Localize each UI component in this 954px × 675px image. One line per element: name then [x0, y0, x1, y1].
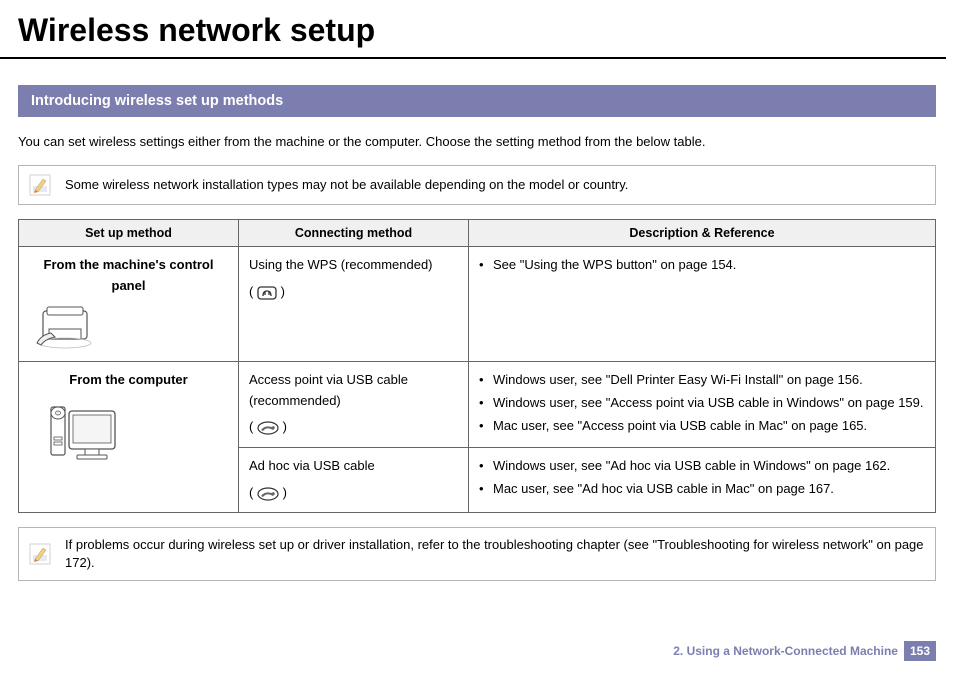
page-content: Introducing wireless set up methods You … [0, 85, 954, 581]
pencil-note-icon [29, 543, 51, 565]
page-title: Wireless network setup [0, 0, 946, 59]
setup-methods-table: Set up method Connecting method Descript… [18, 219, 936, 513]
connecting-label: Using the WPS (recommended) [249, 257, 433, 272]
table-row: From the machine's control panel Using t… [19, 247, 936, 362]
usb-cable-icon [257, 485, 283, 500]
note-box-troubleshooting: If problems occur during wireless set up… [18, 527, 936, 581]
paren-open: ( [249, 485, 253, 500]
footer-chapter: 2. Using a Network-Connected Machine [673, 644, 898, 658]
paren-close: ) [281, 284, 285, 299]
note-text: Some wireless network installation types… [65, 176, 628, 194]
connecting-label: Ad hoc via USB cable [249, 458, 375, 473]
list-item: Mac user, see "Access point via USB cabl… [479, 416, 925, 436]
cell-desc-wps: See "Using the WPS button" on page 154. [469, 247, 936, 362]
cell-connecting-wps: Using the WPS (recommended) ( ) [239, 247, 469, 362]
cell-connecting-ap-usb: Access point via USB cable (recommended)… [239, 361, 469, 447]
list-item: Windows user, see "Dell Printer Easy Wi-… [479, 370, 925, 390]
list-item: Mac user, see "Ad hoc via USB cable in M… [479, 479, 925, 499]
cell-desc-ap-usb: Windows user, see "Dell Printer Easy Wi-… [469, 361, 936, 447]
page-footer: 2. Using a Network-Connected Machine 153 [673, 641, 936, 661]
section-heading: Introducing wireless set up methods [18, 85, 936, 117]
cell-desc-adhoc: Windows user, see "Ad hoc via USB cable … [469, 448, 936, 513]
paren-open: ( [249, 284, 253, 299]
printer-illustration [29, 303, 228, 353]
list-item: Windows user, see "Ad hoc via USB cable … [479, 456, 925, 476]
list-item: Windows user, see "Access point via USB … [479, 393, 925, 413]
computer-illustration [29, 397, 228, 467]
cell-method-machine: From the machine's control panel [19, 247, 239, 362]
table-row: From the computer [19, 361, 936, 447]
paren-close: ) [283, 419, 287, 434]
method-label: From the computer [69, 372, 187, 387]
wps-button-icon [257, 284, 281, 299]
pencil-note-icon [29, 174, 51, 196]
cell-connecting-adhoc: Ad hoc via USB cable ( ) [239, 448, 469, 513]
table-header-description: Description & Reference [469, 220, 936, 247]
intro-text: You can set wireless settings either fro… [18, 133, 936, 151]
paren-close: ) [283, 485, 287, 500]
footer-page-number: 153 [904, 641, 936, 661]
cell-method-computer: From the computer [19, 361, 239, 512]
table-header-connecting: Connecting method [239, 220, 469, 247]
connecting-label: Access point via USB cable (recommended) [249, 372, 408, 408]
note-text: If problems occur during wireless set up… [65, 536, 925, 572]
list-item: See "Using the WPS button" on page 154. [479, 255, 925, 275]
usb-cable-icon [257, 419, 283, 434]
method-label: From the machine's control panel [44, 257, 214, 293]
table-header-method: Set up method [19, 220, 239, 247]
paren-open: ( [249, 419, 253, 434]
note-box-availability: Some wireless network installation types… [18, 165, 936, 205]
